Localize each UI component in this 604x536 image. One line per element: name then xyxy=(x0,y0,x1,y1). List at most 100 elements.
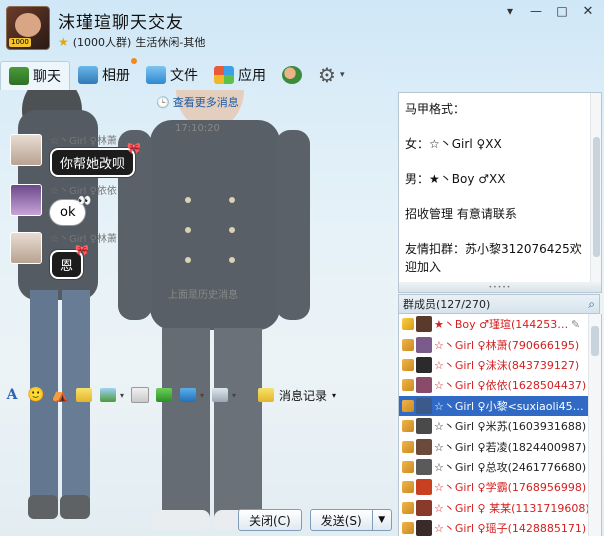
folder-icon xyxy=(146,66,166,84)
tab-chat[interactable]: 聊天 xyxy=(0,60,70,90)
chat-message: ☆丶Girl ♀依依 ok 👀 xyxy=(10,184,117,225)
member-name: ☆丶Girl ♀林萧(790666195) xyxy=(434,338,580,352)
more-messages-link[interactable]: 🕒 查看更多消息 xyxy=(156,94,239,110)
maximize-icon[interactable]: □ xyxy=(550,2,574,20)
message-bubble: 恩 🎀 xyxy=(50,244,89,279)
avatar-tag: 1000 xyxy=(9,38,31,47)
member-role-icon xyxy=(402,420,414,433)
chevron-down-icon: ▾ xyxy=(339,70,345,80)
emoji-button[interactable]: 🙂 xyxy=(24,384,48,406)
bottom-buttons: 关闭(C) 发送(S) ▼ xyxy=(238,509,392,531)
member-avatar xyxy=(416,356,432,373)
group-announcement: 马甲格式： 女：☆丶Girl ♀XX 男：★丶Boy ♂XX 招收管理 有意请联… xyxy=(398,92,602,284)
message-timestamp: 17:10:20 xyxy=(175,123,220,134)
chat-area: 🕒 查看更多消息 17:10:20 ☆丶Girl ♀林萧 你帮她改呗 🎀 ☆丶G… xyxy=(0,90,395,380)
image-button[interactable] xyxy=(96,384,120,406)
search-icon[interactable]: ⌕ xyxy=(588,297,595,312)
member-row[interactable]: ☆丶Girl ♀小黎<suxiaoli45… xyxy=(399,395,590,416)
member-name: ☆丶Girl ♀总攻(2461776680) xyxy=(434,460,587,474)
member-row[interactable]: ☆丶Girl ♀沫沫(843739127) xyxy=(399,355,590,375)
tab-album[interactable]: 相册 xyxy=(70,61,138,89)
chevron-down-icon[interactable]: ▾ xyxy=(120,391,128,400)
member-role-icon xyxy=(402,440,414,453)
group-info: ★ (1000人群) 生活休闲-其他 xyxy=(58,34,205,50)
gift-button[interactable] xyxy=(128,384,152,406)
add-member-button[interactable] xyxy=(274,61,310,89)
pen-icon xyxy=(76,388,92,402)
member-role-icon xyxy=(402,379,414,392)
send-button[interactable]: 发送(S) ▼ xyxy=(309,509,392,531)
announcement-text: 马甲格式： 女：☆丶Girl ♀XX 男：★丶Boy ♂XX 招收管理 有意请联… xyxy=(405,102,582,274)
minimize-icon[interactable]: — xyxy=(524,2,548,20)
tab-files-label: 文件 xyxy=(170,68,198,84)
member-row[interactable]: ☆丶Girl ♀瑶子(1428885171) xyxy=(399,518,590,536)
chevron-down-icon[interactable]: ▾ xyxy=(200,391,208,400)
member-list-scrollbar[interactable] xyxy=(588,314,601,536)
title-bar[interactable]: 1000 沫瑾瑄聊天交友 ★ (1000人群) 生活休闲-其他 ▾ — □ ✕ xyxy=(0,0,604,58)
owner-icon xyxy=(402,318,414,331)
menu-dropdown-icon[interactable]: ▾ xyxy=(498,2,522,20)
tab-apps[interactable]: 应用 xyxy=(206,61,274,89)
group-avatar[interactable]: 1000 xyxy=(6,6,50,50)
message-record-button[interactable]: 消息记录 ▾ xyxy=(258,387,336,404)
member-role-icon xyxy=(402,358,414,371)
sender-avatar[interactable] xyxy=(10,232,42,264)
message-text: 恩 xyxy=(60,259,74,274)
message-input[interactable] xyxy=(0,410,395,506)
message-bubble: ok 👀 xyxy=(50,194,91,225)
add-user-icon xyxy=(282,66,302,84)
image-icon xyxy=(100,388,116,402)
member-avatar xyxy=(416,397,432,414)
member-row[interactable]: ★丶Boy ♂瑾瑄(144253… xyxy=(399,314,590,334)
tools-icon xyxy=(212,388,228,402)
panel-splitter[interactable]: ••••• xyxy=(398,282,602,293)
sender-avatar[interactable] xyxy=(10,134,42,166)
tab-apps-label: 应用 xyxy=(238,68,266,84)
music-button[interactable] xyxy=(152,384,176,406)
album-icon xyxy=(78,66,98,84)
bubble-decoration-icon: 👀 xyxy=(77,194,92,207)
sender-name: ☆丶Girl ♀林萧 xyxy=(50,136,117,147)
member-row[interactable]: ☆丶Girl ♀学霸(1768956998) xyxy=(399,477,590,497)
chevron-down-icon[interactable]: ▾ xyxy=(232,391,240,400)
announcement-scrollbar[interactable] xyxy=(590,93,601,283)
shake-button[interactable]: ⛺ xyxy=(48,384,72,406)
chat-message: ☆丶Girl ♀林萧 你帮她改呗 🎀 xyxy=(10,134,141,177)
record-icon xyxy=(258,388,274,402)
chevron-down-icon: ▾ xyxy=(332,390,337,400)
chat-message: ☆丶Girl ♀林萧 恩 🎀 xyxy=(10,232,117,279)
member-name: ☆丶Girl ♀米苏(1603931688) xyxy=(434,420,587,434)
font-button[interactable]: A xyxy=(0,384,24,406)
member-row[interactable]: ☆丶Girl ♀米苏(1603931688) xyxy=(399,416,590,436)
qq-group-chat-window: 1000 沫瑾瑄聊天交友 ★ (1000人群) 生活休闲-其他 ▾ — □ ✕ … xyxy=(0,0,604,536)
member-role-icon xyxy=(402,501,414,514)
more-tools-button[interactable] xyxy=(208,384,232,406)
send-options-chevron-icon[interactable]: ▼ xyxy=(373,515,391,525)
member-name: ☆丶Girl ♀若凌(1824400987) xyxy=(434,440,587,454)
edit-card-icon[interactable]: ✎ xyxy=(571,318,580,331)
member-row[interactable]: ☆丶Girl ♀若凌(1824400987) xyxy=(399,436,590,456)
member-role-icon xyxy=(402,481,414,494)
screenshot-button[interactable] xyxy=(176,384,200,406)
member-role-icon xyxy=(402,338,414,351)
member-name: ☆丶Girl ♀沫沫(843739127) xyxy=(434,358,580,372)
shake-icon: ⛺ xyxy=(51,387,69,403)
group-name: 沫瑾瑄聊天交友 xyxy=(58,13,184,33)
member-name: ☆丶Girl ♀小黎<suxiaoli45… xyxy=(434,399,584,413)
member-row[interactable]: ☆丶Girl ♀林萧(790666195) xyxy=(399,334,590,354)
member-row[interactable]: ☆丶Girl ♀依依(1628504437) xyxy=(399,375,590,395)
member-row[interactable]: ☆丶Girl ♀ 某某(1131719608) xyxy=(399,498,590,518)
member-name: ☆丶Girl ♀瑶子(1428885171) xyxy=(434,522,587,536)
member-row[interactable]: ☆丶Girl ♀总攻(2461776680) xyxy=(399,457,590,477)
apps-icon xyxy=(214,66,234,84)
star-icon: ★ xyxy=(58,35,69,49)
tab-files[interactable]: 文件 xyxy=(138,61,206,89)
doodle-button[interactable] xyxy=(72,384,96,406)
close-button[interactable]: 关闭(C) xyxy=(238,509,302,531)
close-icon[interactable]: ✕ xyxy=(576,2,600,20)
sender-avatar[interactable] xyxy=(10,184,42,216)
settings-button[interactable]: ⚙ ▾ xyxy=(310,61,352,89)
member-capacity: (1000人群) xyxy=(72,36,132,49)
member-avatar xyxy=(416,520,432,536)
input-toolbar: A 🙂 ⛺ ▾ ▾ ▾ 消息记录 ▾ xyxy=(0,382,395,408)
